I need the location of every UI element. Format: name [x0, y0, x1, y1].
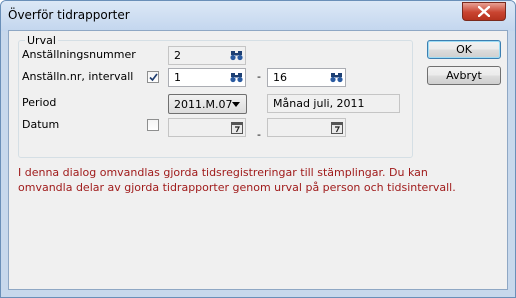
employee-number-label: Anställningsnummer	[22, 48, 136, 61]
binoculars-icon[interactable]	[229, 70, 244, 85]
employee-number-field[interactable]: 2	[168, 46, 246, 65]
interval-separator: -	[257, 70, 261, 83]
employee-interval-checkbox[interactable]	[147, 71, 159, 83]
window-title: Överför tidrapporter	[8, 8, 130, 22]
chevron-down-icon	[232, 102, 240, 107]
date-to-field[interactable]	[267, 118, 346, 137]
period-label: Period	[22, 96, 57, 109]
dialog-body: Urval Anställningsnummer 2 Anställn.nr, …	[8, 30, 508, 290]
binoculars-icon[interactable]	[229, 48, 244, 63]
date-label: Datum	[22, 118, 60, 131]
interval-to-value: 16	[273, 71, 287, 84]
cancel-button[interactable]: Avbryt	[427, 66, 501, 85]
info-line-1: I denna dialog omvandlas gjorda tidsregi…	[18, 166, 428, 179]
interval-from-value: 1	[174, 71, 181, 84]
close-button[interactable]	[462, 2, 506, 21]
title-bar[interactable]: Överför tidrapporter	[1, 1, 515, 31]
employee-number-value: 2	[174, 49, 181, 62]
info-line-2: omvandla delar av gjorda tidrapporter ge…	[18, 181, 456, 194]
group-title: Urval	[25, 34, 58, 47]
binoculars-icon[interactable]	[329, 70, 344, 85]
calendar-icon[interactable]	[229, 120, 244, 135]
ok-button[interactable]: OK	[427, 40, 501, 59]
interval-from-field[interactable]: 1	[168, 68, 246, 87]
period-selected-value: 2011.M.07	[174, 98, 233, 111]
interval-to-field[interactable]: 16	[267, 68, 346, 87]
calendar-icon[interactable]	[329, 120, 344, 135]
period-description-field: Månad juli, 2011	[267, 94, 400, 113]
date-from-field[interactable]	[168, 118, 246, 137]
date-checkbox[interactable]	[147, 119, 159, 131]
employee-interval-label: Anställn.nr, intervall	[22, 70, 134, 83]
period-dropdown[interactable]: 2011.M.07	[168, 94, 247, 114]
dialog-window: Överför tidrapporter Urval Anställningsn…	[0, 0, 516, 298]
selection-group: Urval Anställningsnummer 2 Anställn.nr, …	[18, 34, 413, 158]
date-separator: -	[257, 128, 261, 141]
info-text: I denna dialog omvandlas gjorda tidsregi…	[18, 165, 498, 195]
period-description: Månad juli, 2011	[273, 97, 365, 110]
